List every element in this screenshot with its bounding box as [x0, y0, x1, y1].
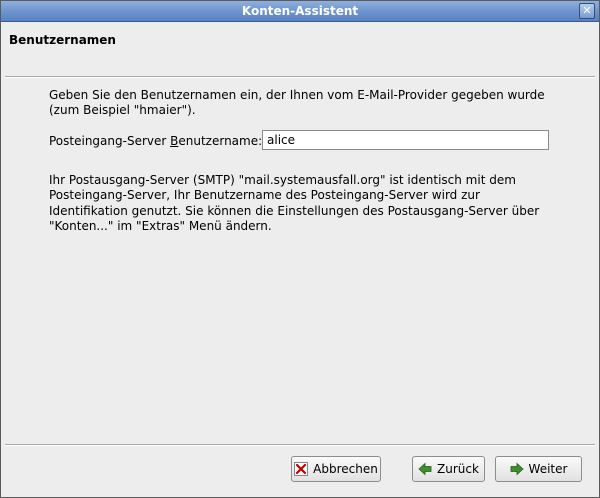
wizard-window: Konten-Assistent ✕ Benutzernamen Geben S…: [0, 0, 600, 498]
page-header: Benutzernamen: [1, 22, 599, 76]
title-bar: Konten-Assistent ✕: [1, 1, 599, 22]
username-input[interactable]: [262, 130, 549, 150]
intro-text: Geben Sie den Benutzernamen ein, der Ihn…: [49, 88, 545, 117]
arrow-right-icon: [510, 462, 524, 476]
footer-divider: [5, 444, 595, 446]
next-button-label: Weiter: [528, 462, 568, 476]
header-divider: [5, 76, 595, 78]
arrow-left-icon: [418, 462, 432, 476]
username-label: Posteingang-Server Benutzername:: [49, 134, 263, 148]
cancel-x-icon: [294, 462, 309, 476]
close-button[interactable]: ✕: [579, 3, 595, 19]
page-title: Benutzernamen: [9, 33, 116, 47]
smtp-info-text: Ihr Postausgang-Server (SMTP) "mail.syst…: [49, 173, 540, 234]
intro-text-block: Geben Sie den Benutzernamen ein, der Ihn…: [49, 88, 559, 118]
cancel-button-label: Abbrechen: [313, 462, 378, 476]
window-title: Konten-Assistent: [241, 4, 359, 18]
close-icon: ✕: [582, 4, 592, 17]
cancel-button[interactable]: Abbrechen: [291, 456, 381, 482]
back-button[interactable]: Zurück: [412, 456, 485, 482]
back-button-label: Zurück: [437, 462, 479, 476]
next-button[interactable]: Weiter: [495, 456, 582, 482]
